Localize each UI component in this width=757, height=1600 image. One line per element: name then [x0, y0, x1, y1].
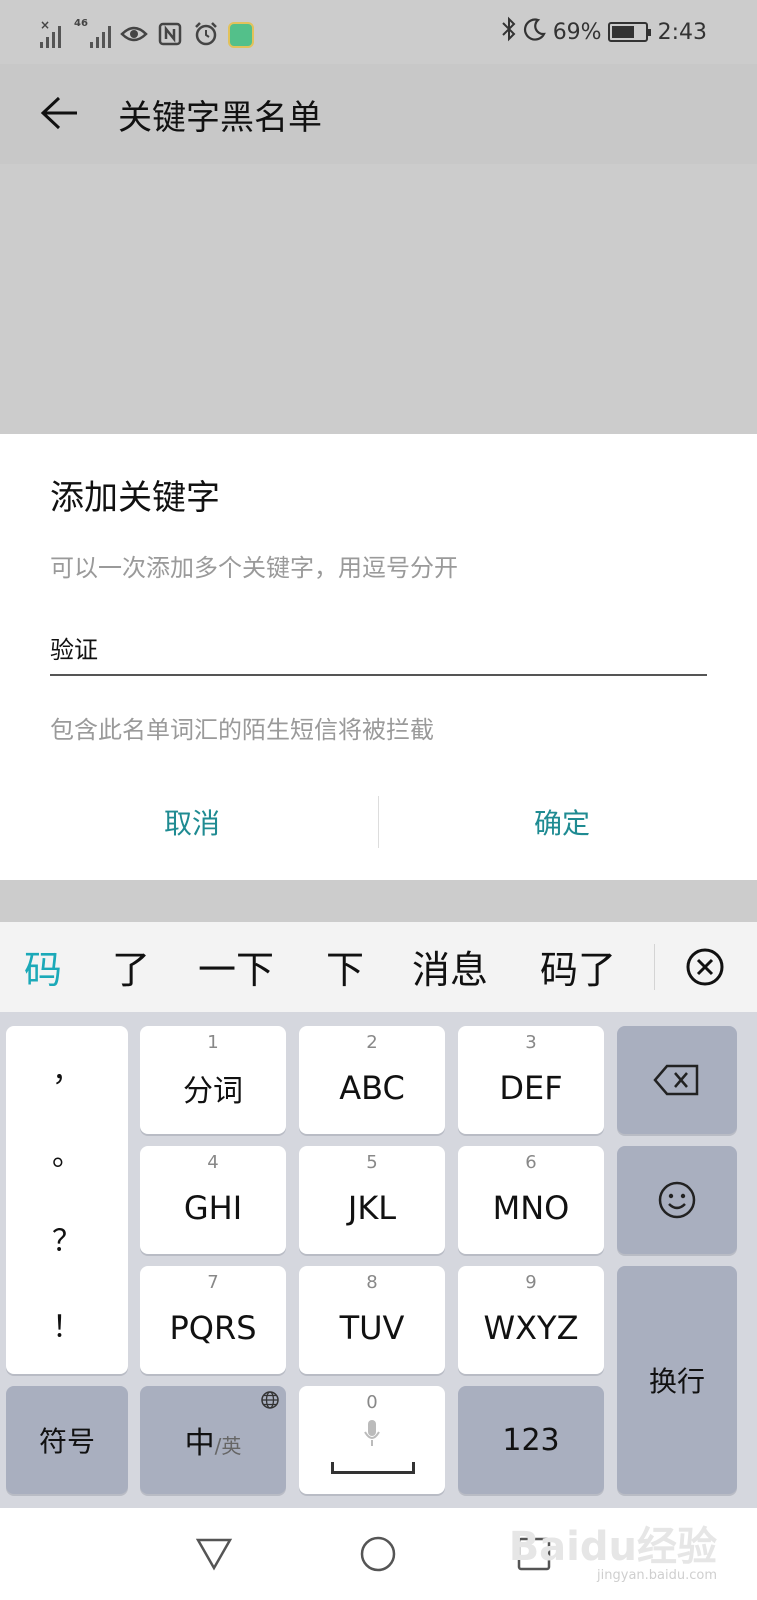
title-bar: 关键字黑名单	[0, 64, 757, 164]
language-toggle-key[interactable]: 中/英	[140, 1386, 286, 1494]
key-number: 8	[366, 1272, 378, 1293]
candidate-item[interactable]: 了	[112, 936, 150, 996]
nfc-icon	[156, 20, 184, 48]
key-number: 5	[366, 1152, 378, 1173]
key-label: WXYZ	[483, 1309, 579, 1347]
alarm-icon	[192, 20, 220, 48]
symbols-label: 符号	[38, 1425, 95, 1458]
key-9[interactable]: 9 WXYZ	[458, 1266, 604, 1374]
circle-home-icon	[360, 1536, 396, 1572]
globe-icon	[260, 1390, 280, 1414]
navigation-bar: Baidu经验 jingyan.baidu.com	[0, 1508, 757, 1600]
candidate-item[interactable]: 一下	[198, 936, 274, 996]
add-keyword-dialog: 添加关键字 可以一次添加多个关键字，用逗号分开 包含此名单词汇的陌生短信将被拦截…	[0, 434, 757, 880]
key-8[interactable]: 8 TUV	[299, 1266, 445, 1374]
dialog-title: 添加关键字	[50, 478, 220, 518]
app-notification-icon	[228, 22, 254, 48]
space-key[interactable]: 0	[299, 1386, 445, 1494]
nav-home-button[interactable]	[352, 1528, 404, 1580]
moon-icon	[523, 17, 547, 47]
lang-main: 中	[184, 1426, 215, 1461]
backspace-icon	[653, 1064, 699, 1096]
punct-key[interactable]: ，	[6, 1046, 128, 1090]
key-number: 6	[525, 1152, 537, 1173]
key-number: 7	[207, 1272, 219, 1293]
microphone-icon	[363, 1418, 381, 1452]
arrow-left-icon	[40, 96, 77, 130]
numbers-key[interactable]: 123	[458, 1386, 604, 1494]
dialog-hint: 可以一次添加多个关键字，用逗号分开	[50, 554, 458, 582]
key-2[interactable]: 2 ABC	[299, 1026, 445, 1134]
key-5[interactable]: 5 JKL	[299, 1146, 445, 1254]
battery-percent: 69%	[552, 19, 602, 45]
nav-back-button[interactable]	[188, 1528, 240, 1580]
cancel-button[interactable]: 取消	[42, 792, 342, 852]
key-label: TUV	[339, 1309, 405, 1347]
key-1[interactable]: 1 分词	[140, 1026, 286, 1134]
candidate-item[interactable]: 码了	[540, 936, 616, 996]
lang-sub: /英	[214, 1434, 242, 1458]
punct-key[interactable]: 。	[6, 1130, 128, 1174]
candidate-divider	[654, 944, 655, 990]
key-number: 0	[366, 1392, 378, 1413]
punct-key[interactable]: ？	[6, 1216, 128, 1260]
eye-icon	[120, 20, 148, 48]
numbers-label: 123	[502, 1422, 560, 1458]
status-icons-left: × 46	[40, 14, 254, 48]
status-bar: × 46 69% 2:43	[0, 0, 757, 64]
circle-x-icon	[686, 948, 724, 986]
status-icons-right: 69% 2:43	[501, 16, 707, 48]
key-number: 4	[207, 1152, 219, 1173]
candidate-close-button[interactable]	[680, 942, 730, 992]
key-label: JKL	[347, 1189, 397, 1227]
key-7[interactable]: 7 PQRS	[140, 1266, 286, 1374]
keyword-input[interactable]	[50, 626, 707, 676]
key-label: 分词	[183, 1074, 243, 1109]
candidate-item[interactable]: 消息	[412, 936, 488, 996]
lang-label: 中/英	[185, 1418, 242, 1462]
key-label: ABC	[339, 1069, 405, 1107]
key-6[interactable]: 6 MNO	[458, 1146, 604, 1254]
button-divider	[378, 796, 379, 848]
key-label: GHI	[183, 1189, 243, 1227]
key-label: PQRS	[169, 1309, 257, 1347]
no-sim-signal-icon: ×	[40, 18, 66, 48]
keyboard: ， 。 ？ ！ 1 分词 2 ABC 3 DEF 4 GHI 5 JKL 6 M…	[0, 1012, 757, 1508]
bluetooth-icon	[501, 16, 517, 48]
status-time: 2:43	[657, 19, 707, 45]
candidate-bar: 码 了 一下 下 消息 码了	[0, 922, 757, 1012]
backspace-key[interactable]	[617, 1026, 737, 1134]
key-number: 9	[525, 1272, 537, 1293]
triangle-back-icon	[195, 1538, 233, 1571]
key-label: DEF	[499, 1069, 563, 1107]
key-number: 1	[207, 1032, 219, 1053]
smiley-icon	[658, 1181, 696, 1219]
punctuation-column[interactable]: ， 。 ？ ！	[6, 1026, 128, 1374]
punct-key[interactable]: ！	[6, 1302, 128, 1346]
key-number: 3	[525, 1032, 537, 1053]
emoji-key[interactable]	[617, 1146, 737, 1254]
candidate-item[interactable]: 码	[24, 936, 62, 996]
battery-icon	[607, 22, 651, 42]
dialog-note: 包含此名单词汇的陌生短信将被拦截	[50, 716, 434, 744]
confirm-button[interactable]: 确定	[412, 792, 712, 852]
watermark-sub: jingyan.baidu.com	[597, 1568, 717, 1583]
watermark: Baidu经验	[508, 1524, 717, 1570]
key-number: 2	[366, 1032, 378, 1053]
key-3[interactable]: 3 DEF	[458, 1026, 604, 1134]
space-bar-glyph	[331, 1462, 415, 1474]
key-4[interactable]: 4 GHI	[140, 1146, 286, 1254]
signal-4g-icon: 46	[74, 18, 112, 48]
enter-label: 换行	[648, 1365, 705, 1398]
candidate-item[interactable]: 下	[326, 936, 364, 996]
page-title: 关键字黑名单	[118, 98, 322, 138]
back-button[interactable]	[34, 88, 84, 138]
symbols-key[interactable]: 符号	[6, 1386, 128, 1494]
enter-key[interactable]: 换行	[617, 1266, 737, 1494]
network-tag: 46	[74, 18, 88, 29]
key-label: MNO	[492, 1189, 570, 1227]
